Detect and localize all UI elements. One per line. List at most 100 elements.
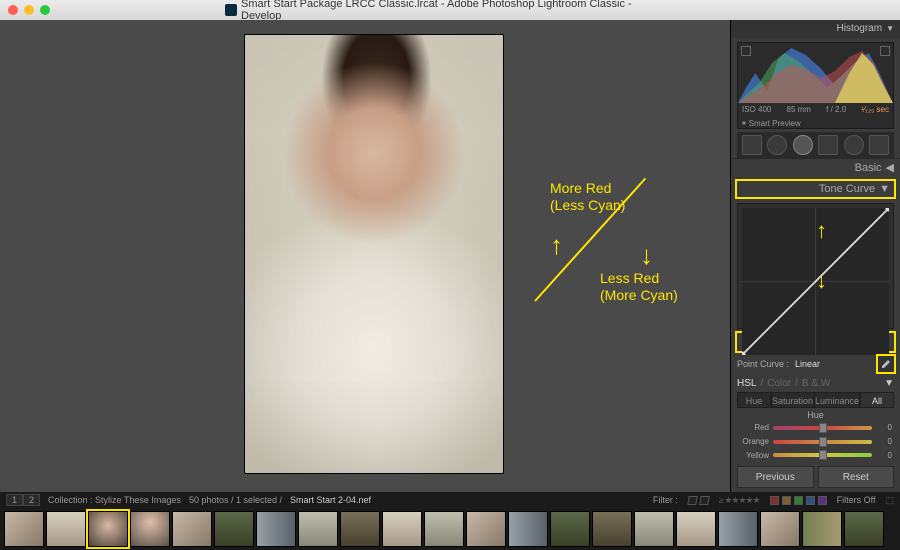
chevron-left-icon: ◀ — [886, 161, 894, 174]
point-curve-label: Point Curve : — [737, 359, 789, 369]
slider-label: Orange — [739, 437, 769, 446]
smart-preview-badge: Smart Preview — [742, 119, 801, 128]
thumb[interactable] — [130, 511, 170, 547]
brush-tool-icon[interactable] — [869, 135, 889, 155]
clip-highlight-icon[interactable] — [880, 46, 890, 56]
hsl-subtabs: Hue Saturation Luminance All — [737, 392, 894, 408]
slider-red[interactable]: Red 0 — [731, 421, 900, 435]
histogram-panel[interactable]: ISO 400 85 mm f / 2.0 ¹⁄₁₂₅ sec Smart Pr… — [737, 42, 894, 130]
flag-reject-icon[interactable] — [699, 496, 710, 505]
filters-off-button[interactable]: Filters Off — [837, 495, 876, 505]
hist-iso: ISO 400 — [742, 105, 771, 114]
clip-shadow-icon[interactable] — [741, 46, 751, 56]
slider-value: 0 — [876, 423, 892, 432]
radial-tool-icon[interactable] — [844, 135, 864, 155]
thumb[interactable] — [4, 511, 44, 547]
thumb[interactable] — [844, 511, 884, 547]
current-filename: Smart Start 2-04.nef — [290, 495, 371, 505]
tone-curve-header[interactable]: Tone Curve ▼ — [735, 179, 896, 199]
point-curve-value[interactable]: Linear — [795, 359, 820, 369]
arrow-down-icon: ↓ — [816, 268, 827, 294]
flag-pick-icon[interactable] — [687, 496, 698, 505]
tone-curve-graph[interactable]: ↑ ↓ — [737, 203, 894, 330]
pager-1[interactable]: 1 — [6, 494, 23, 506]
selection-count: 50 photos / 1 selected / — [189, 495, 282, 505]
thumb[interactable] — [256, 511, 296, 547]
thumb[interactable] — [718, 511, 758, 547]
thumb[interactable] — [508, 511, 548, 547]
hsl-panel-header[interactable]: HSL / Color / B & W ▼ — [731, 375, 900, 393]
chevron-down-icon: ▼ — [884, 378, 894, 389]
histogram-label: Histogram — [837, 23, 883, 34]
label-blue-icon[interactable] — [806, 496, 815, 505]
thumb[interactable] — [676, 511, 716, 547]
thumb[interactable] — [298, 511, 338, 547]
annotation-bottom: Less Red (More Cyan) — [600, 270, 678, 304]
tone-curve-label: Tone Curve — [819, 183, 875, 195]
window-title: Smart Start Package LRCC Classic.lrcat -… — [241, 0, 675, 22]
hsl-tab-color[interactable]: Color — [767, 378, 791, 389]
window-close-icon[interactable] — [8, 5, 18, 15]
hist-focal: 85 mm — [787, 105, 811, 114]
chevron-down-icon: ▼ — [886, 24, 894, 33]
filmstrip-header: 1 2 Collection : Stylize These Images 50… — [0, 492, 900, 508]
redeye-tool-icon[interactable] — [793, 135, 813, 155]
hist-shutter: ¹⁄₁₂₅ sec — [861, 105, 889, 114]
filter-lock-icon[interactable]: ⬚ — [885, 495, 894, 506]
thumb[interactable] — [424, 511, 464, 547]
window-zoom-icon[interactable] — [40, 5, 50, 15]
image-canvas[interactable]: More Red (Less Cyan) ↑ ↓ Less Red (More … — [0, 20, 730, 492]
thumb[interactable] — [382, 511, 422, 547]
thumb-selected[interactable] — [88, 511, 128, 547]
titlebar: Smart Start Package LRCC Classic.lrcat -… — [0, 0, 900, 20]
hist-aperture: f / 2.0 — [826, 105, 846, 114]
filter-label: Filter : — [653, 495, 678, 505]
label-red-icon[interactable] — [770, 496, 779, 505]
thumb[interactable] — [550, 511, 590, 547]
point-curve-row: Point Curve : Linear — [737, 355, 894, 373]
thumb[interactable] — [592, 511, 632, 547]
label-purple-icon[interactable] — [818, 496, 827, 505]
thumb[interactable] — [634, 511, 674, 547]
basic-panel-header[interactable]: Basic ◀ — [731, 158, 900, 178]
hsl-tab-bw[interactable]: B & W — [802, 378, 830, 389]
thumb[interactable] — [214, 511, 254, 547]
thumb[interactable] — [340, 511, 380, 547]
window-minimize-icon[interactable] — [24, 5, 34, 15]
pager-2[interactable]: 2 — [23, 494, 40, 506]
thumb[interactable] — [172, 511, 212, 547]
arrow-up-icon: ↑ — [816, 218, 827, 244]
histogram-header[interactable]: Histogram ▼ — [731, 20, 900, 38]
spot-tool-icon[interactable] — [767, 135, 787, 155]
hsl-tab-hsl[interactable]: HSL — [737, 378, 756, 389]
point-curve-edit-button[interactable] — [878, 356, 894, 372]
thumb[interactable] — [760, 511, 800, 547]
reset-button[interactable]: Reset — [818, 466, 895, 488]
preview-image[interactable] — [244, 34, 504, 474]
collection-path[interactable]: Collection : Stylize These Images — [48, 495, 181, 505]
slider-orange[interactable]: Orange 0 — [731, 435, 900, 449]
tab-saturation[interactable]: Saturation — [771, 392, 814, 408]
hue-section-label: Hue — [731, 410, 900, 420]
label-green-icon[interactable] — [794, 496, 803, 505]
crop-tool-icon[interactable] — [742, 135, 762, 155]
thumb[interactable] — [46, 511, 86, 547]
arrow-down-icon: ↓ — [640, 240, 653, 271]
tab-all[interactable]: All — [860, 392, 894, 408]
slider-value: 0 — [876, 451, 892, 460]
rating-stars[interactable]: ≥ ★★★★★ — [719, 495, 760, 506]
tab-hue[interactable]: Hue — [737, 392, 771, 408]
tool-strip — [737, 132, 894, 157]
tab-luminance[interactable]: Luminance — [814, 392, 860, 408]
thumb[interactable] — [466, 511, 506, 547]
secondary-display-pager[interactable]: 1 2 — [6, 494, 40, 506]
gradient-tool-icon[interactable] — [818, 135, 838, 155]
filmstrip[interactable] — [0, 508, 900, 550]
thumb[interactable] — [802, 511, 842, 547]
slider-yellow[interactable]: Yellow 0 — [731, 448, 900, 462]
annotation-top: More Red (Less Cyan) — [550, 180, 625, 214]
previous-button[interactable]: Previous — [737, 466, 814, 488]
basic-label: Basic — [855, 162, 882, 174]
slider-label: Red — [739, 423, 769, 432]
label-yellow-icon[interactable] — [782, 496, 791, 505]
